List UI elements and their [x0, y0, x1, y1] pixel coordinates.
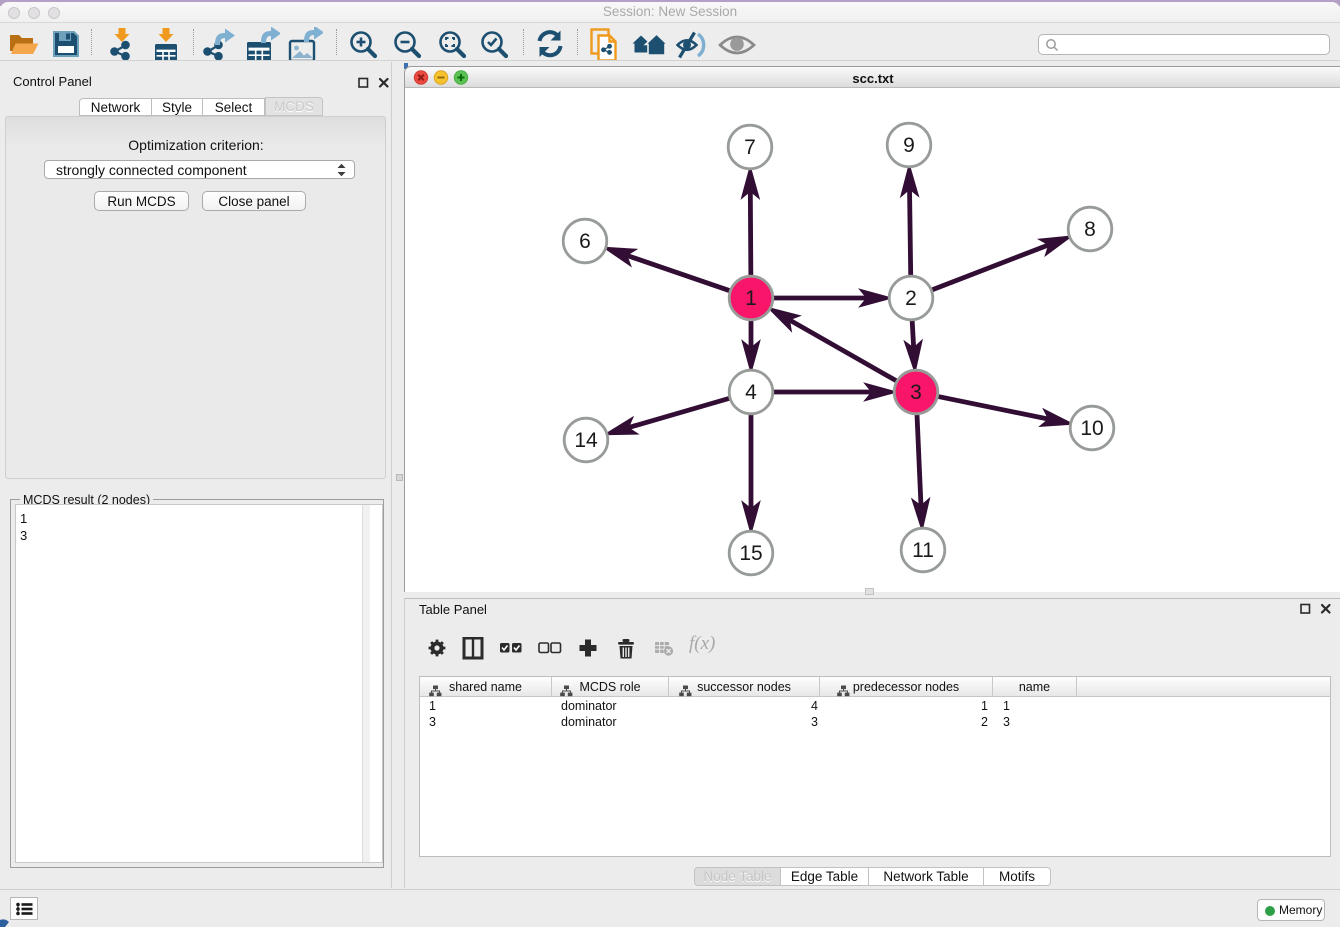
- svg-text:4: 4: [745, 381, 757, 404]
- svg-text:3: 3: [910, 381, 922, 404]
- svg-text:10: 10: [1080, 417, 1103, 440]
- svg-text:14: 14: [574, 429, 598, 452]
- svg-text:15: 15: [739, 542, 762, 565]
- svg-text:1: 1: [745, 287, 757, 310]
- svg-text:6: 6: [579, 230, 591, 253]
- svg-text:7: 7: [744, 136, 756, 159]
- svg-text:2: 2: [905, 287, 917, 310]
- svg-text:8: 8: [1084, 218, 1096, 241]
- svg-text:11: 11: [912, 539, 934, 562]
- svg-text:9: 9: [903, 134, 915, 157]
